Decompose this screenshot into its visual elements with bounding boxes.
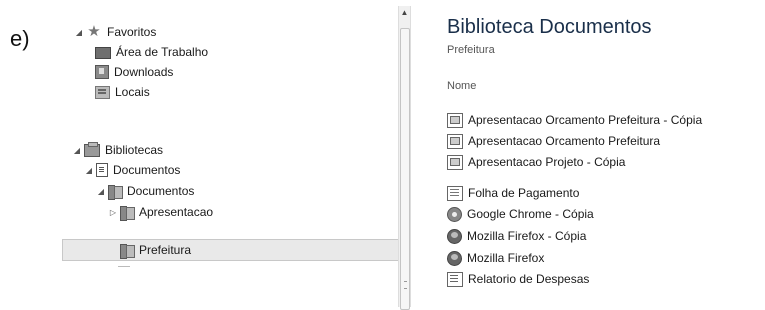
tree-item-recent-places[interactable]: Locais bbox=[95, 83, 150, 101]
file-name: Relatorio de Despesas bbox=[468, 272, 590, 286]
firefox-shortcut-icon bbox=[447, 250, 462, 266]
vertical-scrollbar[interactable]: ▲ bbox=[398, 6, 411, 310]
content-pane: Biblioteca Documentos Prefeitura Nome Ap… bbox=[437, 0, 765, 307]
file-name: Folha de Pagamento bbox=[468, 186, 580, 200]
divider bbox=[118, 266, 130, 267]
selected-row-highlight bbox=[62, 239, 401, 261]
collapsed-arrow-icon[interactable]: ▷ bbox=[108, 208, 118, 217]
scrollbar-thumb[interactable] bbox=[400, 28, 410, 310]
tree-item-apresentacao[interactable]: ▷ Apresentacao bbox=[108, 203, 213, 221]
star-icon: ★ bbox=[87, 23, 101, 40]
tree-item-documents-library[interactable]: ◢ Documentos bbox=[84, 161, 180, 179]
downloads-icon bbox=[95, 65, 109, 79]
file-item[interactable]: Apresentacao Projeto - Cópia bbox=[447, 153, 625, 171]
file-item[interactable]: Relatorio de Despesas bbox=[447, 270, 589, 288]
file-item[interactable]: Mozilla Firefox bbox=[447, 249, 544, 267]
library-title: Biblioteca Documentos bbox=[447, 16, 652, 38]
tree-item-desktop[interactable]: Área de Trabalho bbox=[95, 43, 208, 61]
file-item[interactable]: Google Chrome - Cópia bbox=[447, 205, 594, 223]
tree-item-documents-folder[interactable]: ◢ Documentos bbox=[96, 182, 194, 200]
file-item[interactable]: Apresentacao Orcamento Prefeitura bbox=[447, 132, 660, 150]
expanded-arrow-icon[interactable]: ◢ bbox=[96, 187, 106, 196]
firefox-shortcut-icon bbox=[447, 228, 462, 244]
tree-item-prefeitura[interactable]: Prefeitura bbox=[120, 241, 191, 259]
tree-item-label: Locais bbox=[115, 85, 150, 99]
library-icon bbox=[84, 141, 100, 157]
scroll-up-arrow-icon[interactable]: ▲ bbox=[399, 6, 410, 19]
tree-item-label: Área de Trabalho bbox=[116, 45, 209, 59]
folder-icon bbox=[108, 184, 123, 200]
grip-icon bbox=[404, 281, 407, 289]
expanded-arrow-icon[interactable]: ◢ bbox=[74, 28, 84, 37]
tree-item-label: Downloads bbox=[114, 65, 174, 79]
presentation-file-icon bbox=[447, 112, 463, 128]
file-name: Apresentacao Projeto - Cópia bbox=[468, 155, 626, 169]
tree-item-label: Apresentacao bbox=[139, 205, 214, 219]
tree-item-label: Prefeitura bbox=[139, 243, 192, 257]
spreadsheet-file-icon bbox=[447, 185, 463, 201]
file-name: Mozilla Firefox bbox=[467, 251, 545, 265]
tree-item-label: Bibliotecas bbox=[105, 143, 164, 157]
file-name: Google Chrome - Cópia bbox=[467, 207, 594, 221]
tree-item-label: Documentos bbox=[113, 163, 181, 177]
folder-icon bbox=[120, 243, 135, 259]
documents-library-icon bbox=[96, 163, 108, 177]
tree-item-label: Favoritos bbox=[107, 25, 157, 39]
tree-item-label: Documentos bbox=[127, 184, 195, 198]
question-label: e) bbox=[10, 26, 30, 51]
file-name: Apresentacao Orcamento Prefeitura bbox=[468, 134, 661, 148]
navigation-pane: ◢ ★ Favoritos Área de Trabalho Downloads… bbox=[55, 0, 408, 307]
expanded-arrow-icon[interactable]: ◢ bbox=[84, 166, 94, 175]
desktop-icon bbox=[95, 46, 111, 59]
presentation-file-icon bbox=[447, 154, 463, 170]
tree-item-downloads[interactable]: Downloads bbox=[95, 63, 173, 81]
file-name: Apresentacao Orcamento Prefeitura - Cópi… bbox=[468, 113, 703, 127]
recent-places-icon bbox=[95, 85, 110, 99]
tree-item-libraries[interactable]: ◢ Bibliotecas bbox=[72, 141, 163, 159]
document-file-icon bbox=[447, 271, 463, 287]
folder-icon bbox=[120, 205, 135, 221]
column-header-name[interactable]: Nome bbox=[447, 80, 476, 92]
tree-item-favorites[interactable]: ◢ ★ Favoritos bbox=[74, 23, 156, 41]
file-name: Mozilla Firefox - Cópia bbox=[467, 229, 587, 243]
file-item[interactable]: Folha de Pagamento bbox=[447, 184, 579, 202]
file-item[interactable]: Mozilla Firefox - Cópia bbox=[447, 227, 586, 245]
expanded-arrow-icon[interactable]: ◢ bbox=[72, 146, 82, 155]
chrome-shortcut-icon bbox=[447, 206, 462, 222]
presentation-file-icon bbox=[447, 133, 463, 149]
file-item[interactable]: Apresentacao Orcamento Prefeitura - Cópi… bbox=[447, 111, 702, 129]
library-subtitle: Prefeitura bbox=[447, 44, 495, 56]
